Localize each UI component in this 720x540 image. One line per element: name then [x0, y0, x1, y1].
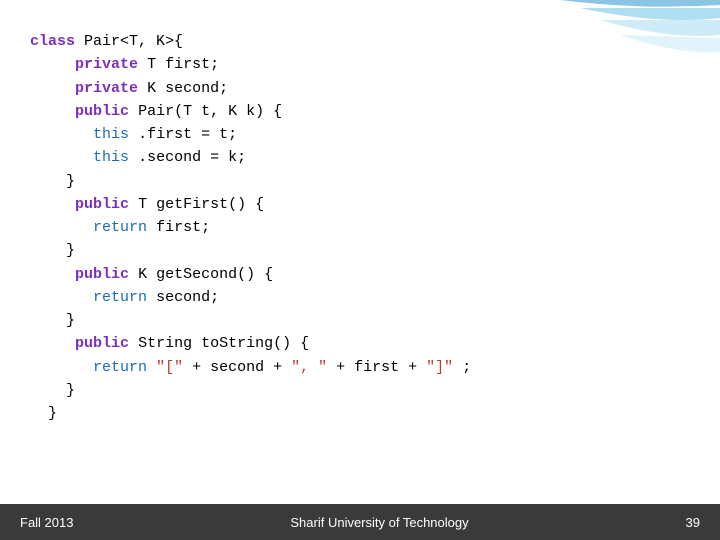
code-line-17: }: [30, 402, 690, 425]
return-keyword-3: return: [93, 359, 147, 376]
keyword-public-2: public: [75, 196, 129, 213]
footer: Fall 2013 Sharif University of Technolog…: [0, 504, 720, 540]
code-line-12: return second;: [30, 286, 690, 309]
keyword-public-1: public: [75, 103, 129, 120]
this-keyword-2: this: [93, 149, 129, 166]
code-line-14: public String toString() {: [30, 332, 690, 355]
code-line-13: }: [30, 309, 690, 332]
string-close-bracket: "]": [426, 359, 453, 376]
keyword-private-2: private: [75, 80, 138, 97]
code-line-16: }: [30, 379, 690, 402]
return-keyword-2: return: [93, 289, 147, 306]
code-line-9: return first;: [30, 216, 690, 239]
code-line-11: public K getSecond() {: [30, 263, 690, 286]
this-keyword-1: this: [93, 126, 129, 143]
keyword-public-3: public: [75, 266, 129, 283]
footer-center: Sharif University of Technology: [290, 515, 468, 530]
code-line-8: public T getFirst() {: [30, 193, 690, 216]
code-line-2: private T first;: [30, 53, 690, 76]
code-line-5: this .first = t;: [30, 123, 690, 146]
code-line-1: class Pair<T, K>{: [30, 30, 690, 53]
slide-content: class Pair<T, K>{ private T first; priva…: [30, 20, 690, 500]
string-open-bracket: "[": [156, 359, 183, 376]
code-line-15: return "[" + second + ", " + first + "]"…: [30, 356, 690, 379]
code-block: class Pair<T, K>{ private T first; priva…: [30, 30, 690, 425]
code-line-10: }: [30, 239, 690, 262]
code-line-7: }: [30, 170, 690, 193]
footer-right: 39: [686, 515, 700, 530]
keyword-class: class: [30, 33, 75, 50]
string-comma: ", ": [291, 359, 327, 376]
code-line-4: public Pair(T t, K k) {: [30, 100, 690, 123]
keyword-public-4: public: [75, 335, 129, 352]
return-keyword-1: return: [93, 219, 147, 236]
footer-left: Fall 2013: [20, 515, 73, 530]
code-line-3: private K second;: [30, 77, 690, 100]
keyword-private-1: private: [75, 56, 138, 73]
code-line-6: this .second = k;: [30, 146, 690, 169]
